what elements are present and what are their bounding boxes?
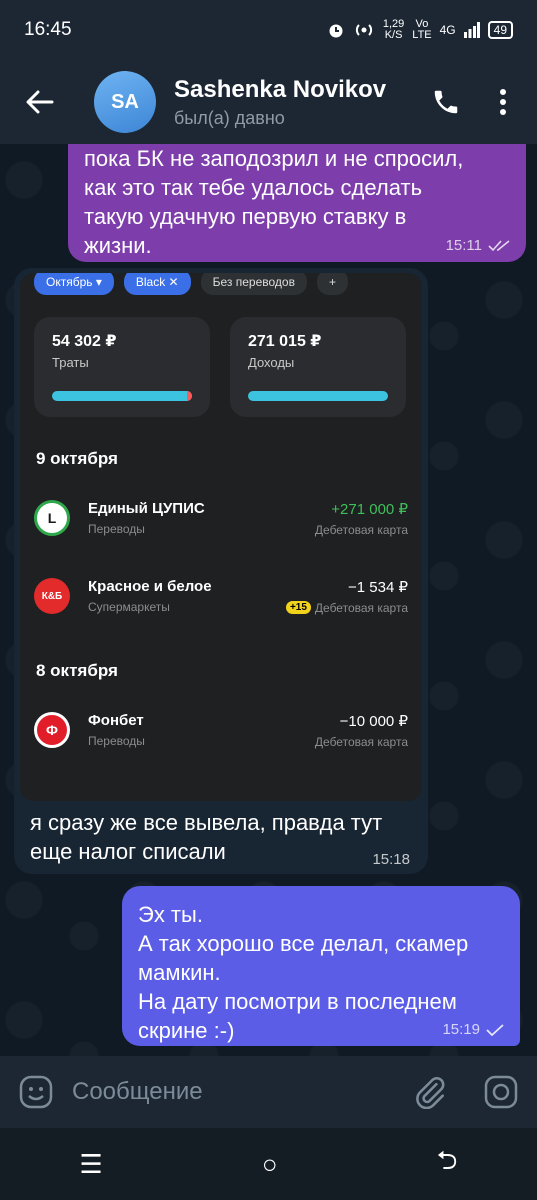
message-outgoing[interactable]: пока БК не заподозрил и не спросил, как …	[68, 144, 526, 262]
date-heading: 8 октября	[36, 661, 118, 680]
expenses-bar	[52, 391, 192, 401]
paperclip-icon[interactable]	[413, 1075, 447, 1109]
message-composer: Сообщение	[0, 1056, 537, 1128]
message-meta: 15:18	[372, 851, 410, 868]
check-icon	[486, 1023, 504, 1036]
expenses-card: 54 302 ₽ Траты	[34, 317, 210, 417]
income-card: 271 015 ₽ Доходы	[230, 317, 406, 417]
expenses-amount: 54 302 ₽	[52, 333, 117, 350]
message-text: я сразу же все вывела, правда тут еще на…	[30, 810, 383, 864]
home-icon[interactable]: ○	[262, 1149, 278, 1180]
message-meta: 15:11	[446, 237, 510, 254]
back-button[interactable]	[0, 90, 80, 114]
contact-info[interactable]: Sashenka Novikov был(а) давно	[174, 76, 394, 129]
message-meta: 15:19	[442, 1021, 504, 1038]
double-check-icon	[488, 239, 510, 251]
message-time: 15:18	[372, 851, 410, 868]
message-time: 15:19	[442, 1021, 480, 1038]
attached-screenshot[interactable]: Октябрь ▾ Black ✕ Без переводов + 54 302…	[20, 273, 422, 801]
income-label: Доходы	[248, 355, 295, 370]
more-vertical-icon[interactable]	[499, 88, 507, 116]
network-type: 4G	[439, 23, 456, 37]
date-heading: 9 октября	[36, 449, 118, 468]
chip-month: Октябрь ▾	[34, 273, 114, 295]
filter-chips: Октябрь ▾ Black ✕ Без переводов +	[34, 273, 348, 295]
message-outgoing[interactable]: Эх ты. А так хорошо все делал, скамер ма…	[122, 886, 520, 1046]
header-actions	[431, 87, 537, 117]
status-time: 16:45	[24, 19, 72, 40]
chip-add: +	[316, 273, 348, 295]
emoji-icon[interactable]	[18, 1074, 54, 1110]
kb-logo-icon: К&Б	[34, 578, 70, 614]
chat-area[interactable]: пока БК не заподозрил и не спросил, как …	[0, 144, 537, 1056]
bonus-badge: +15	[285, 601, 311, 614]
phone-icon[interactable]	[431, 87, 461, 117]
arrow-left-icon	[26, 90, 54, 114]
transaction-row: Ф Фонбет Переводы −10 000 ₽ Дебетовая ка…	[34, 705, 408, 755]
speed-indicator: 1,29 K/S	[382, 18, 405, 41]
menu-icon[interactable]: ☰	[80, 1149, 103, 1180]
message-time: 15:11	[445, 237, 482, 254]
volte-indicator: Vo LTE	[412, 18, 432, 41]
battery-indicator: 49	[487, 21, 513, 39]
chip-card: Black ✕	[123, 273, 191, 295]
transaction-row: К&Б Красное и белое Супермаркеты −1 534 …	[34, 571, 408, 621]
status-icons: 1,29 K/S Vo LTE 4G 49	[327, 19, 513, 41]
income-amount: 271 015 ₽	[248, 333, 322, 350]
income-bar	[248, 391, 388, 401]
expenses-label: Траты	[52, 355, 89, 370]
chip-no-transfers: Без переводов	[200, 273, 307, 295]
status-bar: 16:45 1,29 K/S Vo LTE 4G 49	[0, 0, 537, 60]
transaction-row: L Единый ЦУПИС Переводы +271 000 ₽ Дебет…	[34, 493, 408, 543]
back-nav-icon[interactable]: ⮌	[437, 1142, 458, 1186]
system-navbar: ☰ ○ ⮌	[0, 1128, 537, 1200]
avatar[interactable]: SA	[94, 71, 156, 133]
contact-name: Sashenka Novikov	[174, 75, 387, 103]
message-input[interactable]: Сообщение	[72, 1078, 413, 1106]
alarm-icon	[329, 24, 343, 38]
message-incoming[interactable]: Октябрь ▾ Black ✕ Без переводов + 54 302…	[14, 268, 428, 874]
fonbet-logo-icon: Ф	[34, 712, 70, 748]
chat-header: SA Sashenka Novikov был(а) давно	[0, 60, 537, 144]
camera-icon[interactable]	[483, 1074, 519, 1110]
cupis-logo-icon: L	[34, 500, 70, 536]
contact-status: был(а) давно	[174, 107, 285, 128]
hotspot-icon	[355, 24, 372, 36]
signal-icon	[463, 22, 480, 38]
